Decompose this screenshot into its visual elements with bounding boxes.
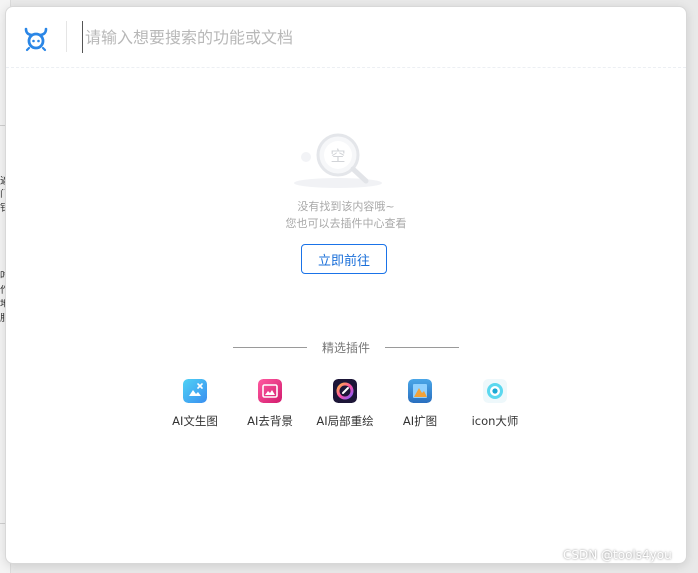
ai-outpaint-icon (408, 379, 432, 403)
featured-plugins-list: AI文生图 AI去背景 AI局部重绘 AI扩图 icon大师 (6, 379, 686, 439)
plugin-label: AI扩图 (402, 414, 438, 428)
empty-hint: 您也可以去插件中心查看 (285, 217, 407, 230)
empty-search-illustration: 空 (294, 133, 382, 188)
plugin-ai-outpaint[interactable]: AI扩图 (382, 379, 458, 439)
go-to-plugin-center-button[interactable]: 立即前往 (301, 244, 387, 274)
empty-illustration-text: 空 (330, 147, 345, 165)
plugin-label: icon大师 (471, 414, 519, 428)
ai-text-to-image-icon (183, 379, 207, 403)
plugin-ai-text-to-image[interactable]: AI文生图 (157, 379, 233, 439)
plugin-label: AI文生图 (172, 414, 218, 428)
plugin-ai-inpaint[interactable]: AI局部重绘 (307, 379, 383, 439)
search-input[interactable] (82, 21, 665, 53)
ai-remove-background-icon (258, 379, 282, 403)
ai-inpaint-icon (333, 379, 357, 403)
icon-master-icon (483, 379, 507, 403)
app-logo-icon[interactable] (22, 24, 50, 52)
featured-plugins-title: 精选插件 (321, 341, 370, 355)
section-divider-left (233, 347, 307, 348)
section-divider-right (385, 347, 459, 348)
plugin-ai-remove-background[interactable]: AI去背景 (232, 379, 308, 439)
plugin-label: AI局部重绘 (316, 414, 374, 428)
search-bar (6, 7, 686, 68)
plugin-icon-master[interactable]: icon大师 (457, 379, 533, 439)
watermark: CSDN @tools4you (563, 548, 672, 562)
search-divider (66, 21, 67, 52)
empty-message: 没有找到该内容哦~ (297, 200, 395, 213)
search-panel: 空 没有找到该内容哦~ 您也可以去插件中心查看 立即前往 精选插件 AI文生图 (5, 6, 687, 564)
plugin-label: AI去背景 (247, 414, 293, 428)
